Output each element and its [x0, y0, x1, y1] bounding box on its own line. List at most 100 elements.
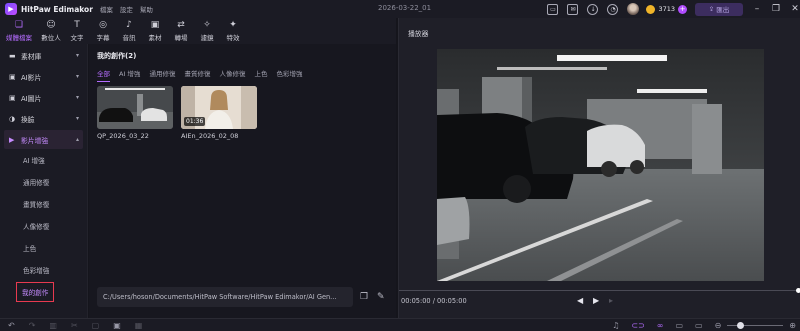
fit-icon[interactable]: ▭ [695, 321, 703, 330]
zoom-slider[interactable] [727, 322, 784, 329]
sidebar: ▬ 素材庫 ▾ ▣ AI影片 ▾ ▣ AI圖片 ▾ ◑ 換臉 ▾ ▶ 影片增強 … [0, 44, 88, 318]
tool-effects[interactable]: ✦ 特效 [220, 18, 246, 44]
screen-icon[interactable]: ▭ [547, 3, 559, 15]
tool-filter[interactable]: ✧ 濾鏡 [194, 18, 220, 44]
sidebar-item-face-swap[interactable]: ◑ 換臉 ▾ [4, 109, 83, 128]
tool-audio[interactable]: ♪ 音訊 [116, 18, 142, 44]
menu-settings[interactable]: 設定 [120, 4, 133, 14]
sidebar-item-ai-video[interactable]: ▣ AI影片 ▾ [4, 67, 83, 86]
export-button[interactable]: ⇪ 匯出 [695, 2, 743, 16]
sidebar-item-label: AI影片 [21, 73, 42, 82]
player-title: 播放器 [408, 30, 429, 38]
filter-all[interactable]: 全部 [97, 68, 110, 82]
output-path-text: C:/Users/hoson/Documents/HitPaw Software… [103, 293, 337, 301]
zoom-in-icon[interactable]: ⊕ [789, 321, 796, 330]
sub-item-label: 上色 [23, 245, 37, 253]
menu-file[interactable]: 檔案 [100, 4, 113, 14]
microphone-icon[interactable]: ♫ [612, 321, 619, 330]
filter-quality-repair[interactable]: 畫質修復 [184, 68, 210, 82]
user-avatar[interactable] [627, 3, 640, 15]
tool-label: 文字 [70, 34, 84, 42]
app-title: HitPaw Edimakor [21, 4, 93, 14]
coin-icon [646, 4, 656, 14]
delete-icon[interactable]: ▥ [49, 321, 57, 330]
avatar-person-icon: ☺ [46, 20, 56, 30]
freeze-icon[interactable]: ▦ [135, 321, 143, 330]
chevron-down-icon: ▾ [75, 94, 79, 101]
timeline-toolbar: ↶ ↷ ▥ ✂ ▢ ▣ ▦ ♫ ⊂⊃ ∞ ▭ ▭ ⊖ ⊕ [0, 318, 800, 331]
zoom-slider-knob[interactable] [737, 322, 745, 329]
crop-icon[interactable]: ▢ [92, 321, 100, 330]
sidebar-item-library[interactable]: ▬ 素材庫 ▾ [4, 46, 83, 65]
feedback-icon[interactable]: ✉ [567, 3, 579, 15]
media-thumbnail-garage[interactable] [97, 86, 173, 129]
tool-label: 音訊 [122, 34, 136, 42]
output-path-field[interactable]: C:/Users/hoson/Documents/HitPaw Software… [97, 287, 353, 307]
next-frame-icon[interactable]: ▸ [609, 296, 613, 305]
sidebar-item-label: 素材庫 [21, 52, 42, 61]
redo-icon[interactable]: ↷ [29, 321, 36, 330]
sidebar-sub-general-repair[interactable]: 通用修復 [0, 171, 87, 193]
ai-video-icon: ▣ [9, 72, 16, 81]
minimize-icon[interactable]: – [752, 4, 762, 14]
sidebar-item-label: 換臉 [21, 115, 35, 124]
folder-open-icon[interactable]: ❐ [360, 292, 368, 302]
enhance-icon: ▶ [9, 135, 15, 144]
zoom-out-icon[interactable]: ⊖ [715, 321, 722, 330]
chevron-down-icon: ▾ [75, 52, 79, 59]
magnet-icon[interactable]: ⊂⊃ [631, 321, 644, 330]
text-tool-icon[interactable]: ▣ [113, 321, 121, 330]
app-logo-icon: ▶ [5, 3, 17, 15]
media-item-name: AIEn_2026_02_08 [181, 132, 239, 140]
face-swap-icon: ◑ [9, 114, 16, 123]
media-item-name: QP_2026_03_22 [97, 132, 149, 140]
tool-digital-human[interactable]: ☺ 數位人 [38, 18, 64, 44]
split-icon[interactable]: ✂ [71, 321, 78, 330]
filter-portrait-repair[interactable]: 人像修復 [219, 68, 245, 82]
tool-transition[interactable]: ⇄ 轉場 [168, 18, 194, 44]
undo-icon[interactable]: ↶ [8, 321, 15, 330]
link-icon[interactable]: ∞ [657, 321, 664, 330]
media-panel: 我的創作(2) 全部 AI 增強 通用修復 畫質修復 人像修復 上色 色彩增強 … [89, 44, 396, 318]
sub-item-label: 通用修復 [23, 179, 50, 187]
close-icon[interactable]: ✕ [790, 4, 800, 14]
media-thumbnail-portrait[interactable]: 01:36 [181, 86, 257, 129]
tool-text[interactable]: T 文字 [64, 18, 90, 44]
download-icon[interactable]: ↓ [587, 3, 599, 15]
tool-media[interactable]: ❏ 媒體檔案 [0, 18, 38, 44]
sidebar-sub-portrait-repair[interactable]: 人像修復 [0, 215, 87, 237]
volume-icon[interactable]: ◀ [577, 296, 583, 305]
caption-icon[interactable]: ▭ [675, 321, 683, 330]
folder-icon: ▬ [9, 51, 16, 60]
sidebar-sub-my-creations[interactable]: 我的創作 [0, 281, 87, 303]
garage-video-frame [437, 49, 764, 281]
filter-general-repair[interactable]: 通用修復 [149, 68, 175, 82]
sidebar-item-video-enhance[interactable]: ▶ 影片增強 ▴ [4, 130, 83, 149]
tool-subtitle[interactable]: ◎ 字幕 [90, 18, 116, 44]
clock-icon[interactable]: ◔ [607, 3, 619, 15]
sidebar-sub-color-enhance[interactable]: 色彩增強 [0, 259, 87, 281]
sidebar-sub-quality-repair[interactable]: 畫質修復 [0, 193, 87, 215]
menu-help[interactable]: 幫助 [140, 4, 153, 14]
tool-label: 特效 [226, 34, 240, 42]
tool-stickers[interactable]: ▣ 素材 [142, 18, 168, 44]
video-preview[interactable] [437, 49, 764, 281]
add-credits-button[interactable]: + [678, 4, 687, 14]
filter-ai-enhance[interactable]: AI 增強 [119, 68, 140, 82]
filter-colorize[interactable]: 上色 [254, 68, 267, 82]
media-panel-title: 我的創作(2) [97, 52, 137, 60]
sidebar-sub-ai-enhance[interactable]: AI 增強 [0, 149, 87, 171]
subtitle-icon: ◎ [99, 20, 107, 30]
restore-icon[interactable]: ❐ [771, 4, 781, 14]
chevron-down-icon: ▾ [75, 115, 79, 122]
playback-progress-knob[interactable] [796, 288, 800, 293]
playback-progress-bar[interactable] [399, 288, 800, 293]
player-panel: 播放器 00:05:00 / 00:05:00 ◀ ▶ ▸ [398, 18, 800, 318]
filter-color-enhance[interactable]: 色彩增強 [276, 68, 302, 82]
sidebar-sub-colorize[interactable]: 上色 [0, 237, 87, 259]
edit-path-icon[interactable]: ✎ [377, 292, 385, 302]
folder-icon: ❏ [14, 20, 24, 30]
sidebar-item-ai-image[interactable]: ▣ AI圖片 ▾ [4, 88, 83, 107]
video-duration: 01:36 [184, 117, 206, 126]
play-icon[interactable]: ▶ [593, 296, 599, 305]
